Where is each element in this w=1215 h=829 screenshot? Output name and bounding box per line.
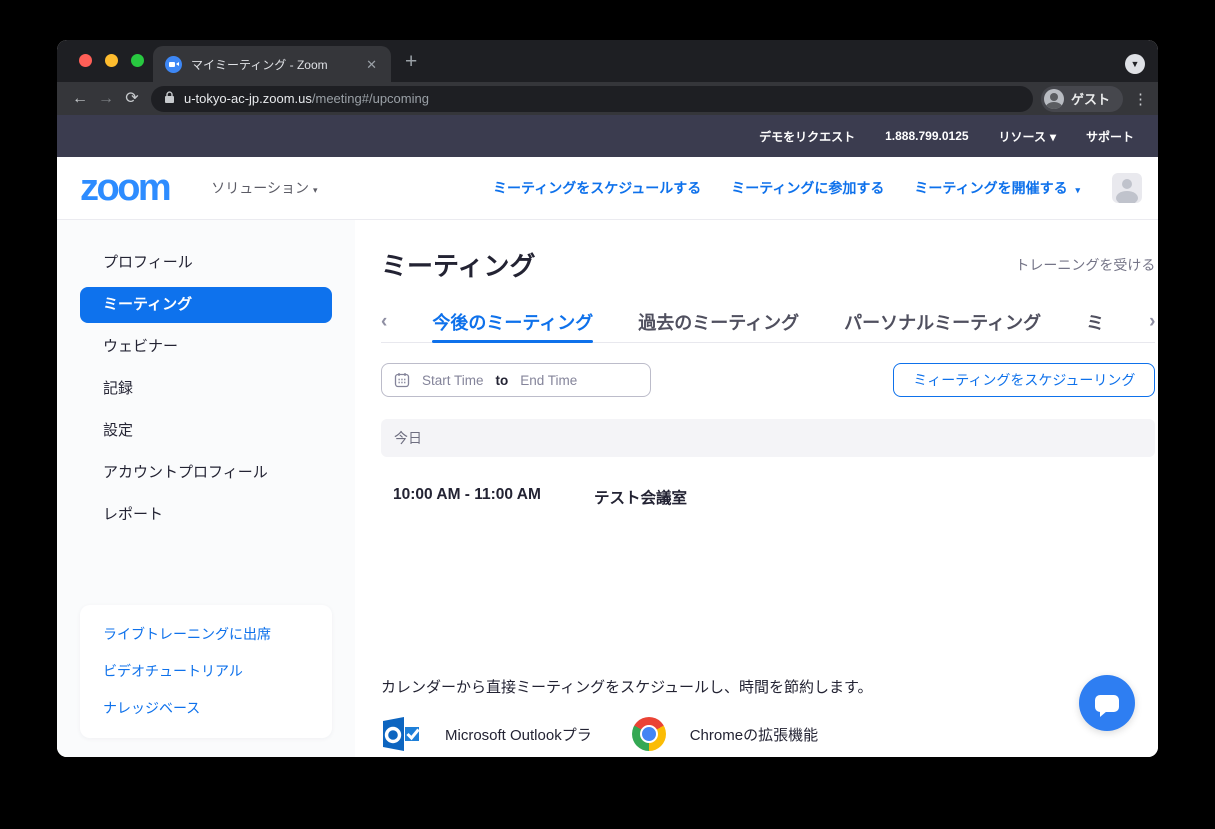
forward-icon[interactable]: →	[93, 90, 119, 107]
address-bar[interactable]: u-tokyo-ac-jp.zoom.us/meeting#/upcoming	[151, 85, 1033, 112]
chrome-extension-link[interactable]: Chromeの拡張機能	[631, 717, 819, 751]
tab-title: マイミーティング - Zoom	[191, 57, 328, 72]
tab-search-button[interactable]: ▼	[1125, 54, 1145, 74]
zoom-header: zoom ソリューション ▾ ミーティングをスケジュールする ミーティングに参加す…	[57, 157, 1158, 220]
meeting-topic[interactable]: テスト会議室	[594, 486, 687, 508]
lock-icon	[164, 91, 175, 106]
window-controls	[79, 54, 144, 67]
sidebar-item-profile[interactable]: プロフィール	[57, 242, 355, 284]
support-link[interactable]: サポート	[1086, 128, 1134, 145]
end-time-placeholder[interactable]: End Time	[520, 373, 577, 388]
phone-number: 1.888.799.0125	[885, 129, 969, 143]
integration-label: Microsoft Outlookプラ	[445, 726, 592, 744]
sidebar-item-webinars[interactable]: ウェビナー	[57, 326, 355, 368]
browser-toolbar: ← → ⟳ u-tokyo-ac-jp.zoom.us/meeting#/upc…	[57, 82, 1158, 115]
browser-window: マイミーティング - Zoom ✕ + ▼ ← → ⟳ u-tokyo-ac-j…	[57, 40, 1158, 757]
url-domain: u-tokyo-ac-jp.zoom.us	[184, 91, 312, 106]
tab-personal-meetings[interactable]: パーソナルミーティング	[844, 301, 1041, 342]
main-content: ミーティング トレーニングを受ける ‹ 今後のミーティング 過去のミーティング …	[355, 220, 1158, 757]
sidebar-item-settings[interactable]: 設定	[57, 410, 355, 452]
tab-truncated[interactable]: ミ	[1086, 301, 1104, 342]
today-section-header: 今日	[381, 419, 1156, 457]
sidebar-item-recordings[interactable]: 記録	[57, 368, 355, 410]
avatar[interactable]	[1112, 173, 1142, 203]
chat-bubble-icon	[1095, 694, 1119, 717]
schedule-meeting-button[interactable]: ミィーティングをスケジューリング	[893, 363, 1156, 397]
chrome-icon	[631, 717, 666, 751]
guest-profile-badge[interactable]: ゲスト	[1040, 85, 1123, 112]
browser-tabstrip: マイミーティング - Zoom ✕ + ▼	[57, 40, 1158, 82]
outlook-plugin-link[interactable]: Microsoft Outlookプラ	[381, 716, 592, 752]
date-range-picker[interactable]: Start Time to End Time	[381, 363, 651, 397]
tab-previous-meetings[interactable]: 過去のミーティング	[638, 301, 799, 342]
zoom-favicon-icon	[165, 55, 182, 73]
maximize-window-button[interactable]	[131, 54, 144, 67]
url-text: u-tokyo-ac-jp.zoom.us/meeting#/upcoming	[184, 91, 429, 106]
get-training-link[interactable]: トレーニングを受ける	[1015, 255, 1155, 275]
integrations-row: Microsoft Outlookプラ Chromeの拡張機能	[381, 716, 1155, 752]
chat-support-button[interactable]	[1079, 675, 1135, 731]
request-demo-link[interactable]: デモをリクエスト	[759, 128, 855, 145]
minimize-window-button[interactable]	[105, 54, 118, 67]
start-time-placeholder[interactable]: Start Time	[422, 373, 484, 388]
resources-dropdown[interactable]: リソース ▾	[999, 128, 1056, 145]
close-tab-icon[interactable]: ✕	[362, 56, 381, 73]
chevron-right-icon[interactable]: ›	[1149, 312, 1155, 331]
close-window-button[interactable]	[79, 54, 92, 67]
calendar-icon	[394, 372, 410, 388]
back-icon[interactable]: ←	[67, 90, 93, 107]
integration-label: Chromeの拡張機能	[689, 726, 819, 744]
meeting-time: 10:00 AM - 11:00 AM	[393, 486, 541, 503]
knowledge-base-link[interactable]: ナレッジベース	[103, 700, 322, 717]
schedule-meeting-link[interactable]: ミーティングをスケジュールする	[493, 178, 701, 198]
to-label: to	[495, 372, 509, 388]
join-meeting-link[interactable]: ミーティングに参加する	[731, 178, 884, 198]
calendar-promo-text: カレンダーから直接ミーティングをスケジュールし、時間を節約します。	[381, 679, 873, 696]
sidebar-help-card: ライブトレーニングに出席 ビデオチュートリアル ナレッジベース	[80, 605, 332, 738]
new-tab-button[interactable]: +	[405, 50, 417, 74]
sidebar-item-account-profile[interactable]: アカウントプロフィール	[57, 452, 355, 494]
sidebar: プロフィール ミーティング ウェビナー 記録 設定 アカウントプロフィール レポ…	[57, 220, 355, 757]
guest-label: ゲスト	[1070, 92, 1110, 107]
zoom-web-page: デモをリクエスト 1.888.799.0125 リソース ▾ サポート zoom …	[57, 115, 1158, 757]
meeting-row[interactable]: 10:00 AM - 11:00 AM テスト会議室	[381, 486, 1155, 508]
video-tutorials-link[interactable]: ビデオチュートリアル	[103, 663, 322, 680]
reload-icon[interactable]: ⟳	[119, 90, 145, 107]
meeting-tabs: ‹ 今後のミーティング 過去のミーティング パーソナルミーティング ミ ›	[381, 301, 1156, 343]
chevron-left-icon[interactable]: ‹	[381, 312, 387, 331]
sidebar-item-reports[interactable]: レポート	[57, 494, 355, 536]
page-title: ミーティング	[381, 251, 536, 281]
outlook-icon	[383, 717, 420, 751]
zoom-logo[interactable]: zoom	[80, 169, 172, 207]
zoom-topbar: デモをリクエスト 1.888.799.0125 リソース ▾ サポート	[57, 115, 1158, 157]
chevron-down-icon: ▾	[1075, 185, 1080, 195]
host-meeting-dropdown[interactable]: ミーティングを開催する ▾	[914, 178, 1080, 198]
chevron-down-icon: ▾	[312, 185, 318, 195]
live-training-link[interactable]: ライブトレーニングに出席	[103, 626, 322, 643]
zoom-header-nav: ミーティングをスケジュールする ミーティングに参加する ミーティングを開催する …	[493, 173, 1142, 203]
browser-menu-icon[interactable]: ⋮	[1133, 90, 1148, 108]
url-path: /meeting#/upcoming	[311, 91, 429, 106]
page-body: プロフィール ミーティング ウェビナー 記録 設定 アカウントプロフィール レポ…	[57, 220, 1158, 757]
person-icon	[1043, 88, 1064, 109]
solutions-dropdown[interactable]: ソリューション ▾	[211, 178, 317, 198]
browser-tab[interactable]: マイミーティング - Zoom ✕	[153, 46, 391, 82]
sidebar-item-meetings[interactable]: ミーティング	[80, 287, 332, 323]
tab-upcoming-meetings[interactable]: 今後のミーティング	[432, 301, 593, 343]
chevron-down-icon: ▾	[1049, 129, 1056, 144]
